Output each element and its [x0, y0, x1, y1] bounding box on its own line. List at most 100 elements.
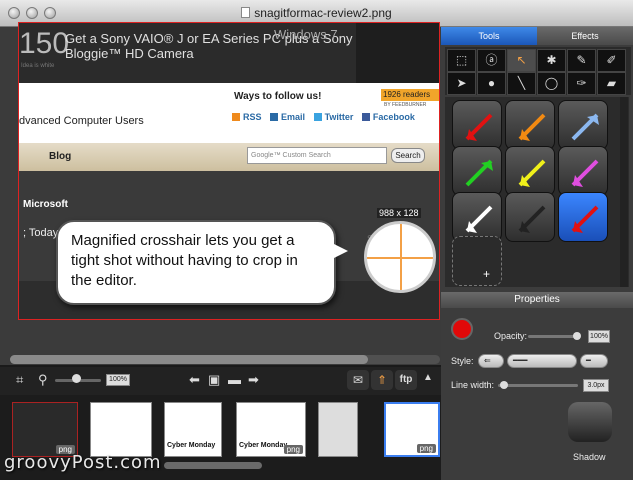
facebook-icon: [361, 113, 370, 121]
crop-icon[interactable]: ⌗: [16, 372, 23, 388]
shape-icon[interactable]: ◯: [537, 72, 566, 95]
arrow-style-8[interactable]: [505, 192, 555, 242]
arrow-style-5[interactable]: [505, 146, 555, 196]
next-arrow-icon[interactable]: ➡: [248, 372, 259, 388]
arrow-style-icon: [518, 159, 546, 187]
canvas-scroll-thumb[interactable]: [10, 355, 368, 364]
previous-arrow-icon[interactable]: ⬅: [189, 372, 200, 388]
styles-scrollbar[interactable]: [620, 97, 628, 287]
add-style-button[interactable]: +: [452, 236, 502, 286]
arrow-style-6[interactable]: [558, 146, 608, 196]
zoom-icon: ⚲: [38, 372, 48, 387]
expand-up-icon[interactable]: ▲: [423, 372, 433, 383]
arrow-style-icon: [571, 205, 599, 233]
line-width-slider-thumb[interactable]: [500, 381, 508, 389]
window-title: snagitformac-review2.png: [0, 6, 633, 20]
reader-count-badge: 1926 readers: [381, 89, 439, 101]
line-width-label: Line width:: [451, 380, 495, 390]
tool-grid: ⬚ ⓐ ↖ ✱ ✎ ✐ ➤ ● ╲ ◯ ✑ ▰: [445, 47, 631, 95]
shadow-preview[interactable]: [568, 402, 612, 442]
magnifier-loupe: [364, 221, 436, 293]
email-icon: [270, 113, 279, 121]
content-text: ; Today: [23, 227, 59, 239]
magnifier-size-label: 988 x 128: [377, 208, 421, 218]
line-icon[interactable]: ╲: [507, 72, 536, 95]
banner-os-text: Windows 7: [274, 27, 338, 42]
arrow-style-3[interactable]: [558, 100, 608, 150]
shadow-label: Shadow: [573, 452, 606, 462]
line-cap-dropdown[interactable]: ━: [580, 354, 608, 368]
eraser-icon[interactable]: ▰: [597, 72, 626, 95]
properties-header: Properties: [441, 292, 633, 308]
tray-thumbnail-3[interactable]: Cyber Monday: [164, 402, 222, 457]
tray-thumbnail-5[interactable]: [318, 402, 358, 457]
pen-icon[interactable]: ✎: [567, 49, 596, 72]
email-link[interactable]: Email: [270, 112, 305, 122]
twitter-link[interactable]: Twitter: [313, 112, 353, 122]
arrow-style-icon: [518, 113, 546, 141]
arrow-style-icon: [571, 113, 599, 141]
banner-number: 150: [19, 27, 70, 60]
pointer-icon[interactable]: ➤: [447, 72, 476, 95]
site-search-input[interactable]: Google™ Custom Search: [247, 147, 387, 164]
tray-thumbnail-4[interactable]: Cyber Monday png: [236, 402, 306, 457]
arrow-style-icon: [571, 159, 599, 187]
fill-icon[interactable]: ●: [477, 72, 506, 95]
folder-icon[interactable]: ▬: [228, 372, 241, 387]
banner-right-block: [356, 23, 439, 83]
arrow-style-icon: [518, 205, 546, 233]
highlighter-icon[interactable]: ✑: [567, 72, 596, 95]
plus-icon: +: [483, 267, 491, 281]
arrow-icon[interactable]: ↖: [507, 49, 536, 72]
arrow-style-1[interactable]: [452, 100, 502, 150]
color-well[interactable]: [451, 318, 473, 340]
zoom-value-field[interactable]: 100%: [106, 374, 130, 386]
window-title-text: snagitformac-review2.png: [254, 6, 392, 20]
follow-title: Ways to follow us!: [234, 91, 322, 102]
twitter-icon: [313, 113, 322, 121]
opacity-slider-thumb[interactable]: [573, 332, 581, 340]
arrow-style-2[interactable]: [505, 100, 555, 150]
stamp-icon[interactable]: ✱: [537, 49, 566, 72]
tray-scrollbar[interactable]: [164, 462, 262, 469]
ftp-share-button[interactable]: ftp: [395, 370, 417, 390]
upload-share-button[interactable]: ⇑: [371, 370, 393, 390]
arrow-start-dropdown[interactable]: ⇐: [478, 354, 504, 368]
arrow-style-9[interactable]: [558, 192, 608, 242]
feedburner-text: BY FEEDBURNER: [384, 102, 427, 108]
tab-tools[interactable]: Tools: [441, 27, 537, 45]
arrow-style-icon: [465, 113, 493, 141]
line-width-value[interactable]: 3.0px: [583, 379, 609, 392]
tray-thumbnail-6[interactable]: png: [384, 402, 440, 457]
style-label: Style:: [451, 356, 474, 366]
arrow-style-7[interactable]: [452, 192, 502, 242]
follow-links: RSS Email Twitter Facebook: [232, 112, 421, 122]
tray-thumbnail-2[interactable]: [90, 402, 152, 457]
arrow-style-icon: [465, 205, 493, 233]
ad-banner: 150 Idea is white Get a Sony VAIO® J or …: [19, 23, 439, 83]
document-icon: [241, 7, 251, 18]
tab-effects[interactable]: Effects: [537, 27, 633, 45]
site-search-button[interactable]: Search: [391, 148, 425, 163]
arrow-style-4[interactable]: [452, 146, 502, 196]
site-subtitle: dvanced Computer Users: [19, 115, 144, 127]
arrow-style-icon: [465, 159, 493, 187]
line-style-dropdown[interactable]: ━━━: [507, 354, 577, 368]
pencil-icon[interactable]: ✐: [597, 49, 626, 72]
callout-bubble[interactable]: Magnified crosshair lets you get a tight…: [56, 220, 348, 305]
inbox-icon[interactable]: ▣: [208, 372, 220, 388]
marquee-select-icon[interactable]: ⬚: [447, 49, 476, 72]
opacity-value[interactable]: 100%: [588, 330, 610, 343]
rss-link[interactable]: RSS: [232, 112, 262, 122]
banner-tagline: Idea is white: [21, 63, 55, 69]
zoom-slider-thumb[interactable]: [72, 374, 81, 383]
content-heading: Microsoft: [23, 199, 68, 210]
tray-thumbnail-1[interactable]: png: [12, 402, 78, 457]
mail-share-button[interactable]: ✉: [347, 370, 369, 390]
facebook-link[interactable]: Facebook: [361, 112, 415, 122]
callout-icon[interactable]: ⓐ: [477, 49, 506, 72]
panel-tabs: Tools Effects: [441, 27, 633, 45]
nav-blog[interactable]: Blog: [49, 151, 71, 162]
line-width-slider[interactable]: [498, 384, 578, 387]
opacity-label: Opacity:: [494, 331, 528, 341]
